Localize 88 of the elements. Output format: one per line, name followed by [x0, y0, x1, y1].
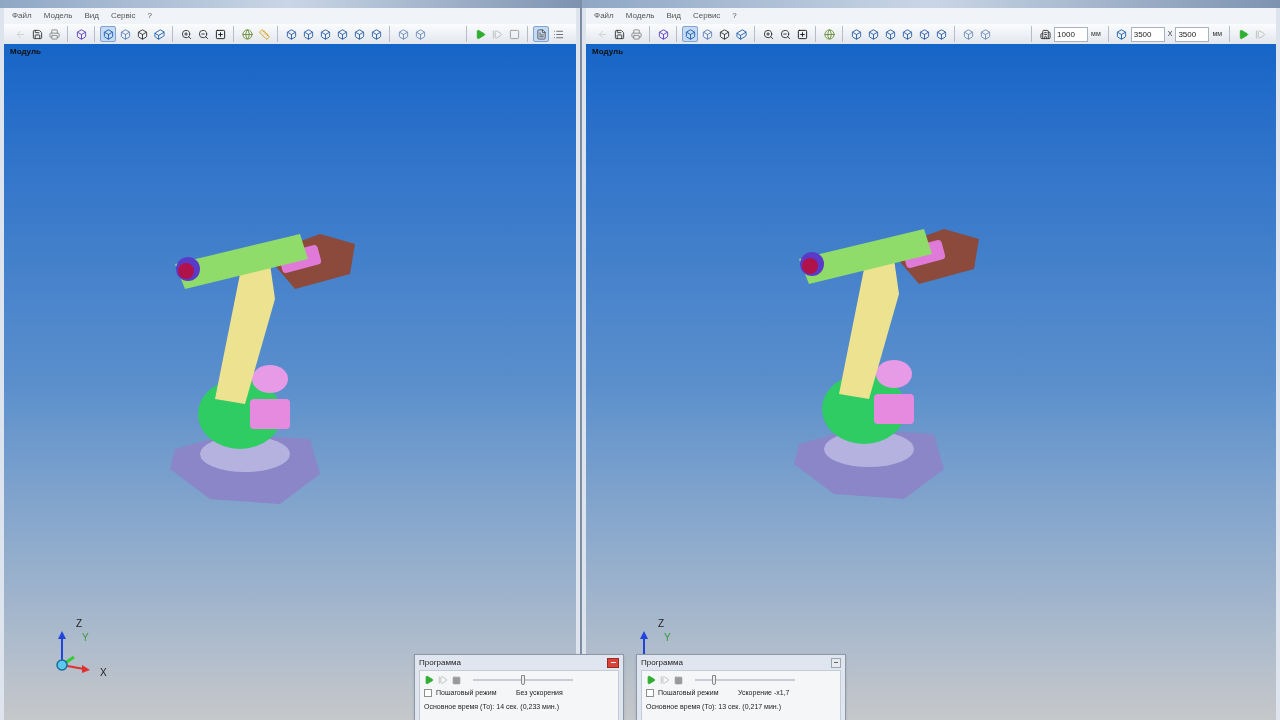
axis-label: Z — [658, 617, 665, 631]
viewport-label: Модуль — [592, 46, 624, 58]
globe-icon — [823, 28, 835, 40]
save-icon — [613, 28, 625, 40]
menu-item[interactable]: Сервіс — [110, 10, 136, 22]
cube-shaded-button[interactable] — [682, 26, 699, 42]
list-icon — [552, 28, 564, 40]
cube-shaded-button[interactable] — [100, 26, 116, 42]
cube-solid-button[interactable] — [733, 26, 750, 42]
cube-icon — [136, 28, 148, 40]
speed-slider[interactable] — [695, 675, 795, 685]
zoom-out-icon — [197, 28, 209, 40]
menu-item[interactable]: Модель — [43, 10, 73, 22]
speed-slider[interactable] — [473, 675, 573, 685]
stop-icon — [508, 28, 520, 40]
save-icon — [31, 28, 43, 40]
menu-item[interactable]: Сервис — [692, 10, 721, 22]
cube-icon — [701, 28, 713, 40]
step-mode-checkbox[interactable] — [646, 689, 654, 698]
dialog-title: Программа — [419, 656, 461, 669]
number-field[interactable]: 1000 — [1054, 26, 1089, 42]
plus-square-icon — [796, 28, 808, 40]
menu-item[interactable]: Файл — [594, 10, 614, 22]
document-button[interactable] — [533, 26, 549, 42]
cube-icon — [75, 28, 87, 40]
play-icon[interactable] — [646, 675, 656, 685]
cube-icon — [718, 28, 730, 40]
cube-icon — [336, 28, 348, 40]
cube-icon — [867, 28, 879, 40]
menu-item[interactable]: Модель — [625, 10, 655, 22]
color-button[interactable] — [239, 26, 255, 42]
menu-item[interactable]: Файл — [12, 10, 32, 22]
axis-label: Z — [75, 617, 83, 631]
menu-item[interactable]: Вид — [84, 10, 99, 22]
axis-label: X — [100, 666, 107, 680]
dialog-title: Программа — [641, 656, 683, 669]
menu-item[interactable]: Вид — [666, 10, 681, 22]
cube-icon — [657, 28, 669, 40]
printer-icon — [630, 28, 642, 40]
back-arrow-icon — [596, 28, 608, 40]
number-field[interactable]: 3500 — [1130, 26, 1165, 42]
cube-icon — [353, 28, 365, 40]
axis-label: Y — [664, 631, 671, 645]
building-icon — [1039, 28, 1051, 40]
back-arrow-icon — [14, 28, 26, 40]
number-field[interactable]: 3500 — [1175, 26, 1210, 42]
cube-icon — [302, 28, 314, 40]
cube-icon — [962, 28, 974, 40]
play-icon[interactable] — [424, 675, 434, 685]
cube-icon — [684, 28, 696, 40]
cube-icon — [979, 28, 991, 40]
cube-icon — [319, 28, 331, 40]
cube-icon — [850, 28, 862, 40]
cube-icon — [370, 28, 382, 40]
stop-icon[interactable] — [674, 675, 683, 685]
cube-icon — [884, 28, 896, 40]
cube-icon — [414, 28, 426, 40]
close-button[interactable] — [831, 657, 841, 668]
cube-icon — [102, 28, 114, 40]
zoom-in-icon — [180, 28, 192, 40]
cube-icon — [153, 28, 165, 40]
step-icon — [1254, 28, 1266, 40]
menu-item[interactable]: ? — [147, 10, 153, 22]
plus-square-icon — [214, 28, 226, 40]
printer-icon — [48, 28, 60, 40]
cube-icon — [735, 28, 747, 40]
cube-icon — [285, 28, 297, 40]
menu-item[interactable]: ? — [732, 10, 737, 22]
cube-solid-button[interactable] — [151, 26, 167, 42]
globe-icon — [241, 28, 253, 40]
zoom-out-icon — [779, 28, 791, 40]
document-icon — [535, 28, 547, 40]
viewport-label: Модуль — [10, 46, 41, 58]
axis-label: Y — [82, 631, 90, 645]
play-icon — [1237, 28, 1249, 40]
cube-icon — [918, 28, 930, 40]
step-icon — [491, 28, 503, 40]
color-button[interactable] — [821, 26, 838, 42]
zoom-in-icon — [762, 28, 774, 40]
cube-icon — [397, 28, 409, 40]
close-button[interactable] — [607, 657, 619, 668]
cube-icon — [935, 28, 947, 40]
play-icon — [474, 28, 486, 40]
stop-icon[interactable] — [452, 675, 461, 685]
cube-icon — [901, 28, 913, 40]
cube-icon — [119, 28, 131, 40]
ruler-icon — [258, 28, 270, 40]
step-mode-checkbox[interactable] — [424, 689, 432, 698]
